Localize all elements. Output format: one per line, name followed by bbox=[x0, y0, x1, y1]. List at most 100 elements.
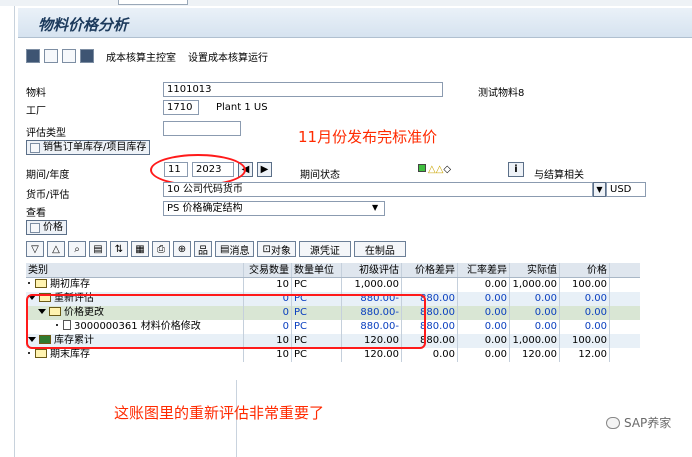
hierarchy-icon[interactable] bbox=[62, 49, 76, 63]
column-price[interactable]: 价格 bbox=[560, 263, 610, 277]
top-strip bbox=[0, 0, 692, 6]
annotation-revaluation-important: 这账图里的重新评估非常重要了 bbox=[114, 404, 325, 422]
watermark: SAP养家 bbox=[606, 414, 671, 431]
back-icon[interactable] bbox=[26, 49, 40, 63]
column-unit[interactable]: 数量单位 bbox=[292, 263, 342, 277]
green-square-icon bbox=[418, 164, 426, 172]
column-actual[interactable]: 实际值 bbox=[510, 263, 560, 277]
cell-actual: 1,000.00 bbox=[510, 278, 560, 292]
sort-icon[interactable]: ⇅ bbox=[110, 241, 128, 257]
view-label: 查看 bbox=[26, 208, 46, 219]
cell-unit: PC bbox=[292, 278, 342, 292]
cell-actual: 0.00 bbox=[510, 292, 560, 306]
source-document-button[interactable]: 源凭证 bbox=[298, 241, 351, 257]
left-border bbox=[14, 6, 15, 457]
messages-button[interactable]: ▤ 消息 bbox=[215, 241, 255, 257]
cell-qty: 10 bbox=[244, 348, 292, 362]
top-tab[interactable] bbox=[118, 0, 188, 5]
cell-price: 0.00 bbox=[560, 292, 610, 306]
set-costing-run-button[interactable]: 设置成本核算运行 bbox=[188, 49, 268, 64]
zoom-icon[interactable]: ⊕ bbox=[173, 241, 191, 257]
hierarchy-icon[interactable]: 品 bbox=[194, 241, 212, 257]
bullet-icon bbox=[28, 282, 30, 284]
bullet-icon bbox=[28, 352, 30, 354]
messages-label: 消息 bbox=[229, 245, 250, 257]
folder-icon bbox=[30, 142, 40, 153]
wechat-icon bbox=[606, 416, 620, 429]
message-icon: ▤ bbox=[220, 243, 230, 255]
revaluation-highlight-box bbox=[26, 294, 426, 349]
settlement-relevant-label: 与结算相关 bbox=[534, 170, 584, 181]
currency-code-field[interactable]: USD bbox=[606, 182, 646, 197]
chevron-down-icon: ▼ bbox=[372, 203, 379, 212]
view-select[interactable]: PS 价格确定结构 bbox=[163, 201, 385, 216]
cell-prelim: 120.00 bbox=[342, 348, 402, 362]
export-icon[interactable]: ⎙ bbox=[152, 241, 170, 257]
application-toolbar: 成本核算主控室 设置成本核算运行 bbox=[26, 45, 268, 67]
material-description: 测试物料8 bbox=[478, 88, 525, 99]
cell-actual: 0.00 bbox=[510, 306, 560, 320]
page-title: 物料价格分析 bbox=[38, 16, 129, 34]
watermark-text: SAP养家 bbox=[624, 416, 672, 430]
folder-icon bbox=[35, 279, 47, 288]
table-row[interactable]: 期末库存 10 PC 120.00 0.00 0.00 120.00 12.00 bbox=[26, 348, 640, 362]
view-select-value: PS 价格确定结构 bbox=[167, 203, 243, 214]
sales-order-stock-label: 销售订单库存/项目库存 bbox=[43, 142, 147, 153]
sales-order-stock-button[interactable]: 销售订单库存/项目库存 bbox=[26, 140, 151, 155]
cell-exchange-diff: 0.00 bbox=[458, 348, 510, 362]
title-bar: 物料价格分析 bbox=[18, 8, 692, 38]
column-exchange-diff[interactable]: 汇率差异 bbox=[458, 263, 510, 277]
grid-toolbar: ▽ △ ⌕ ▤ ⇅ ▦ ⎙ ⊕ 品 ▤ 消息 ⊡ 对象 源凭证 在制品 bbox=[26, 240, 406, 258]
plant-label: 工厂 bbox=[26, 106, 46, 117]
cell-price: 100.00 bbox=[560, 334, 610, 348]
material-label: 物料 bbox=[26, 88, 46, 99]
folder-icon bbox=[35, 349, 47, 358]
row-label: 期末库存 bbox=[50, 349, 90, 360]
folder-icon bbox=[30, 222, 40, 233]
print-icon[interactable]: ▤ bbox=[89, 241, 107, 257]
cell-price: 0.00 bbox=[560, 306, 610, 320]
valuation-type-label: 评估类型 bbox=[26, 128, 66, 139]
column-quantity[interactable]: 交易数量 bbox=[244, 263, 292, 277]
cell-actual: 120.00 bbox=[510, 348, 560, 362]
currency-dropdown-button[interactable]: ▼ bbox=[593, 182, 606, 197]
currency-label: 货币/评估 bbox=[26, 190, 70, 201]
cell-exchange-diff: 0.00 bbox=[458, 334, 510, 348]
find-icon[interactable]: ⌕ bbox=[68, 241, 86, 257]
cell-price: 0.00 bbox=[560, 320, 610, 334]
column-prelim-valuation[interactable]: 初级评估 bbox=[342, 263, 402, 277]
info-button[interactable]: i bbox=[508, 162, 524, 177]
price-button[interactable]: 价格 bbox=[26, 220, 67, 235]
period-status-lights: △△◇ bbox=[418, 164, 451, 175]
cell-price: 100.00 bbox=[560, 278, 610, 292]
columns-icon[interactable]: ▦ bbox=[131, 241, 149, 257]
diamond-icon: ◇ bbox=[443, 164, 452, 175]
annotation-standard-price: 11月份发布完标准价 bbox=[298, 128, 438, 146]
costing-cockpit-button[interactable]: 成本核算主控室 bbox=[106, 49, 176, 64]
grid-header: 类别 交易数量 数量单位 初级评估 价格差异 汇率差异 实际值 价格 bbox=[26, 263, 640, 278]
next-period-button[interactable]: ▶ bbox=[257, 162, 272, 177]
plant-description: Plant 1 US bbox=[216, 102, 268, 113]
wip-button[interactable]: 在制品 bbox=[353, 241, 406, 257]
list-icon[interactable] bbox=[44, 49, 58, 63]
cell-qty: 10 bbox=[244, 278, 292, 292]
object-icon: ⊡ bbox=[262, 243, 271, 255]
cell-price: 12.00 bbox=[560, 348, 610, 362]
cell-unit: PC bbox=[292, 348, 342, 362]
objects-button[interactable]: ⊡ 对象 bbox=[257, 241, 296, 257]
column-category[interactable]: 类别 bbox=[26, 263, 244, 277]
material-field[interactable]: 1101013 bbox=[163, 82, 443, 97]
plant-field[interactable]: 1710 bbox=[163, 100, 199, 115]
display-icon[interactable] bbox=[80, 49, 94, 63]
cell-actual: 0.00 bbox=[510, 320, 560, 334]
cell-exchange-diff: 0.00 bbox=[458, 292, 510, 306]
valuation-type-field[interactable] bbox=[163, 121, 241, 136]
column-price-diff[interactable]: 价格差异 bbox=[402, 263, 458, 277]
collapse-icon[interactable]: △ bbox=[47, 241, 65, 257]
cell-exchange-diff: 0.00 bbox=[458, 320, 510, 334]
objects-label: 对象 bbox=[270, 245, 291, 257]
price-button-label: 价格 bbox=[43, 222, 63, 233]
currency-field[interactable]: 10 公司代码货币 bbox=[163, 182, 593, 197]
expand-icon[interactable]: ▽ bbox=[26, 241, 44, 257]
table-row[interactable]: 期初库存 10 PC 1,000.00 0.00 1,000.00 100.00 bbox=[26, 278, 640, 292]
